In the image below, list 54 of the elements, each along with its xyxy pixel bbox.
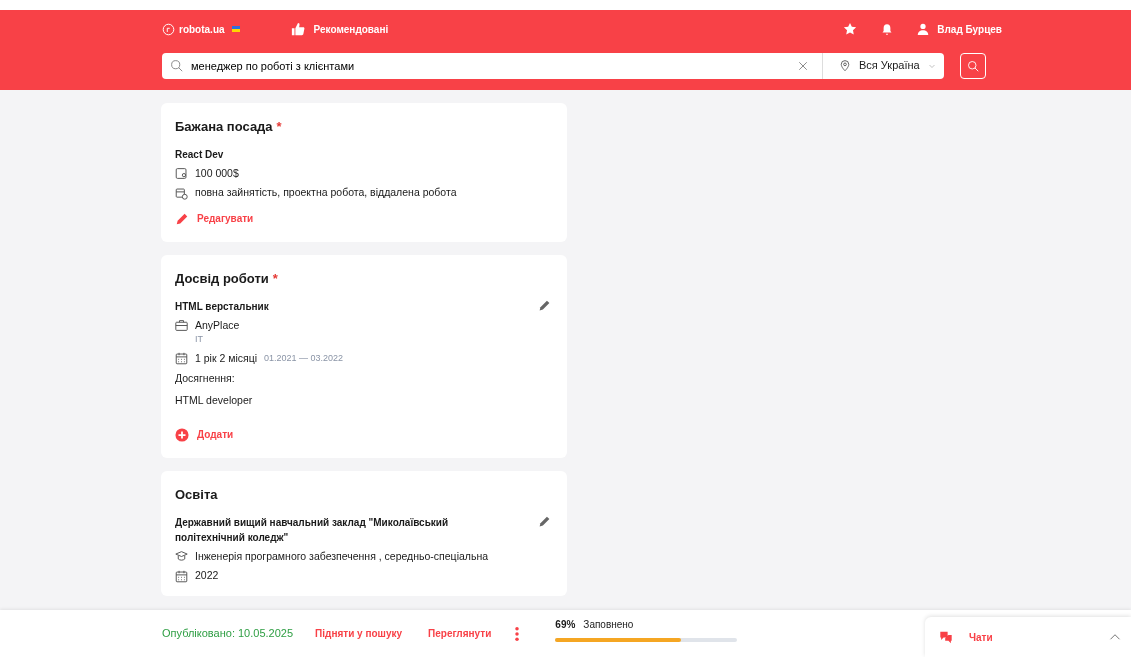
plus-circle-icon: [175, 427, 189, 442]
favorites-star-icon[interactable]: [843, 22, 858, 36]
item-title: Державний вищий навчальний заклад "Миколаївський політехнічний коледж": [175, 515, 450, 545]
clear-icon[interactable]: [798, 60, 808, 71]
view-link[interactable]: Переглянути: [428, 626, 492, 641]
user-menu[interactable]: Влад Бурцев: [917, 21, 1002, 37]
section-title: Досвід роботи: [175, 270, 269, 288]
recommended-link[interactable]: Рекомендовані: [289, 21, 389, 37]
thumbs-up-icon: [289, 22, 306, 36]
action-link[interactable]: Додати: [175, 427, 234, 442]
industry-text: IT: [195, 333, 204, 347]
edit-pencil-icon[interactable]: [538, 514, 551, 528]
published-text: Опубліковано: 10.05.2025: [162, 626, 294, 642]
logo-link[interactable]: robota.ua: [162, 21, 225, 37]
action-link[interactable]: Редагувати: [175, 211, 254, 226]
required-mark: *: [276, 118, 282, 136]
location-pin-icon: [839, 59, 851, 72]
employment-text: повна зайнятість, проектна робота, віддалена робота: [195, 185, 457, 201]
calendar-icon: [175, 352, 188, 366]
logo-icon: [162, 22, 175, 36]
search-icon: [967, 59, 979, 72]
search-icon: [170, 59, 183, 72]
percent-text: 69%: [555, 618, 576, 632]
item-title: React Dev: [175, 147, 224, 162]
duration-text: 1 рік 2 місяці: [195, 350, 258, 366]
edit-pencil-icon[interactable]: [538, 298, 551, 312]
wallet-icon: [175, 166, 188, 180]
section-title: Освіта: [175, 486, 218, 504]
search-button[interactable]: [960, 52, 986, 79]
notifications-bell-icon[interactable]: [881, 22, 894, 36]
graduation-cap-icon: [175, 549, 188, 563]
salary-text: 100 000$: [195, 165, 239, 181]
calendar-icon: [175, 569, 188, 583]
achievements-text: HTML developer: [175, 393, 253, 409]
location-dropdown[interactable]: Вся Україна: [822, 52, 944, 79]
search-field[interactable]: менеджер по роботі з клієнтами Вся Україна: [162, 52, 944, 79]
pencil-icon: [175, 211, 189, 226]
raise-link[interactable]: Підняти у пошуку: [315, 626, 403, 641]
chat-panel[interactable]: Чати: [925, 617, 1131, 657]
specialty-text: Інженерія програмного забезпечення , середньо-спеціальна: [195, 548, 489, 564]
item-title: HTML верстальник: [175, 299, 269, 314]
company-text: AnyPlace: [195, 317, 240, 333]
period-text: 01.2021 — 03.2022: [264, 351, 344, 365]
user-icon: [917, 22, 930, 36]
briefcase-icon: [175, 318, 188, 332]
calendar-clock-icon: [175, 186, 188, 200]
more-icon[interactable]: [515, 626, 520, 641]
section-title: Бажана посада: [175, 118, 273, 136]
required-mark: *: [272, 270, 278, 288]
filled-label: Заповнено: [583, 618, 634, 632]
chat-bubbles-icon: [939, 630, 953, 644]
flag-icon: [229, 25, 242, 33]
achievements-label: Досягнення:: [175, 370, 235, 386]
year-text: 2022: [195, 568, 219, 584]
